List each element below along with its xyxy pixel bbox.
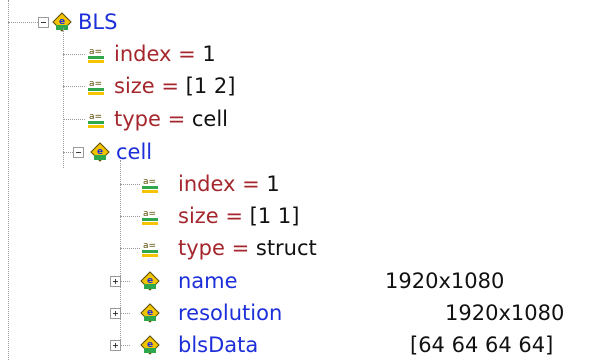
element-icon: e — [140, 303, 160, 323]
tree-node-resolution[interactable]: e resolution 1920x1080 — [0, 297, 589, 329]
attribute-equals: = — [224, 236, 256, 260]
element-icon: e — [140, 271, 160, 291]
collapse-toggle-icon[interactable] — [38, 17, 49, 28]
tree-connector — [120, 248, 140, 249]
svg-text:a=: a= — [143, 241, 156, 251]
attribute-text: type = struct — [178, 232, 317, 264]
tree-connector — [120, 313, 130, 314]
tree-connector — [120, 216, 140, 217]
attribute-icon: a= — [88, 79, 104, 95]
attribute-icon: a= — [142, 209, 158, 225]
node-name: cell — [116, 140, 153, 164]
node-value: 1920x1080 — [385, 269, 505, 293]
attribute-icon: a= — [88, 47, 104, 63]
svg-text:e: e — [147, 340, 153, 350]
tree-connector — [120, 281, 130, 282]
attribute-key: size — [114, 74, 155, 98]
attribute-key: type — [114, 107, 161, 131]
xml-tree-view: e BLS a= index = 1 a= size = [1 2] a= ty… — [0, 0, 589, 360]
svg-text:a=: a= — [143, 177, 156, 187]
attribute-icon: a= — [142, 241, 158, 257]
tree-connector — [63, 152, 73, 153]
svg-text:e: e — [59, 17, 65, 27]
svg-text:e: e — [147, 308, 153, 318]
attribute-row-size[interactable]: a= size = [1 2] — [0, 70, 589, 102]
attribute-text: index = 1 — [114, 38, 216, 70]
attribute-key: size — [178, 204, 219, 228]
node-value: [64 64 64 64] — [410, 333, 554, 357]
tree-connector — [8, 22, 38, 23]
node-name: name — [178, 269, 238, 293]
attribute-equals: = — [154, 74, 186, 98]
expand-toggle-icon[interactable] — [110, 308, 121, 319]
tree-connector — [63, 54, 85, 55]
attribute-row-size[interactable]: a= size = [1 1] — [0, 200, 589, 232]
svg-text:a=: a= — [89, 112, 102, 122]
node-name: blsData — [178, 333, 259, 357]
attribute-equals: = — [235, 172, 267, 196]
attribute-icon: a= — [88, 112, 104, 128]
svg-text:e: e — [97, 147, 103, 157]
attribute-value: cell — [191, 107, 229, 131]
attribute-text: size = [1 1] — [178, 200, 299, 232]
attribute-key: type — [178, 236, 225, 260]
attribute-text: size = [1 2] — [114, 70, 235, 102]
attribute-row-index[interactable]: a= index = 1 — [0, 38, 589, 70]
attribute-equals: = — [218, 204, 250, 228]
element-icon: e — [90, 142, 110, 162]
svg-text:a=: a= — [143, 209, 156, 219]
tree-connector — [120, 184, 140, 185]
attribute-row-type[interactable]: a= type = cell — [0, 103, 589, 135]
attribute-key: index — [114, 42, 172, 66]
tree-node-cell[interactable]: e cell — [0, 136, 589, 168]
attribute-row-index[interactable]: a= index = 1 — [0, 168, 589, 200]
attribute-equals: = — [171, 42, 203, 66]
attribute-text: type = cell — [114, 103, 228, 135]
attribute-value: [1 2] — [185, 74, 236, 98]
expand-toggle-icon[interactable] — [110, 276, 121, 287]
attribute-value: 1 — [266, 172, 280, 196]
svg-text:e: e — [147, 276, 153, 286]
attribute-text: index = 1 — [178, 168, 280, 200]
svg-text:a=: a= — [89, 79, 102, 89]
node-value: 1920x1080 — [445, 301, 565, 325]
attribute-equals: = — [160, 107, 192, 131]
tree-connector — [63, 86, 85, 87]
tree-connector — [120, 345, 130, 346]
attribute-icon: a= — [142, 177, 158, 193]
tree-node-blsdata[interactable]: e blsData [64 64 64 64] — [0, 329, 589, 361]
attribute-key: index — [178, 172, 236, 196]
tree-connector — [63, 119, 85, 120]
element-icon: e — [52, 12, 72, 32]
element-icon: e — [140, 335, 160, 355]
attribute-row-type[interactable]: a= type = struct — [0, 232, 589, 264]
tree-node-name[interactable]: e name 1920x1080 — [0, 265, 589, 297]
tree-node-bls[interactable]: e BLS — [0, 6, 589, 38]
attribute-value: 1 — [202, 42, 216, 66]
expand-toggle-icon[interactable] — [110, 340, 121, 351]
svg-text:a=: a= — [89, 47, 102, 57]
collapse-toggle-icon[interactable] — [73, 147, 84, 158]
attribute-value: struct — [255, 236, 317, 260]
attribute-value: [1 1] — [249, 204, 300, 228]
node-name: BLS — [78, 10, 118, 34]
node-name: resolution — [178, 301, 283, 325]
